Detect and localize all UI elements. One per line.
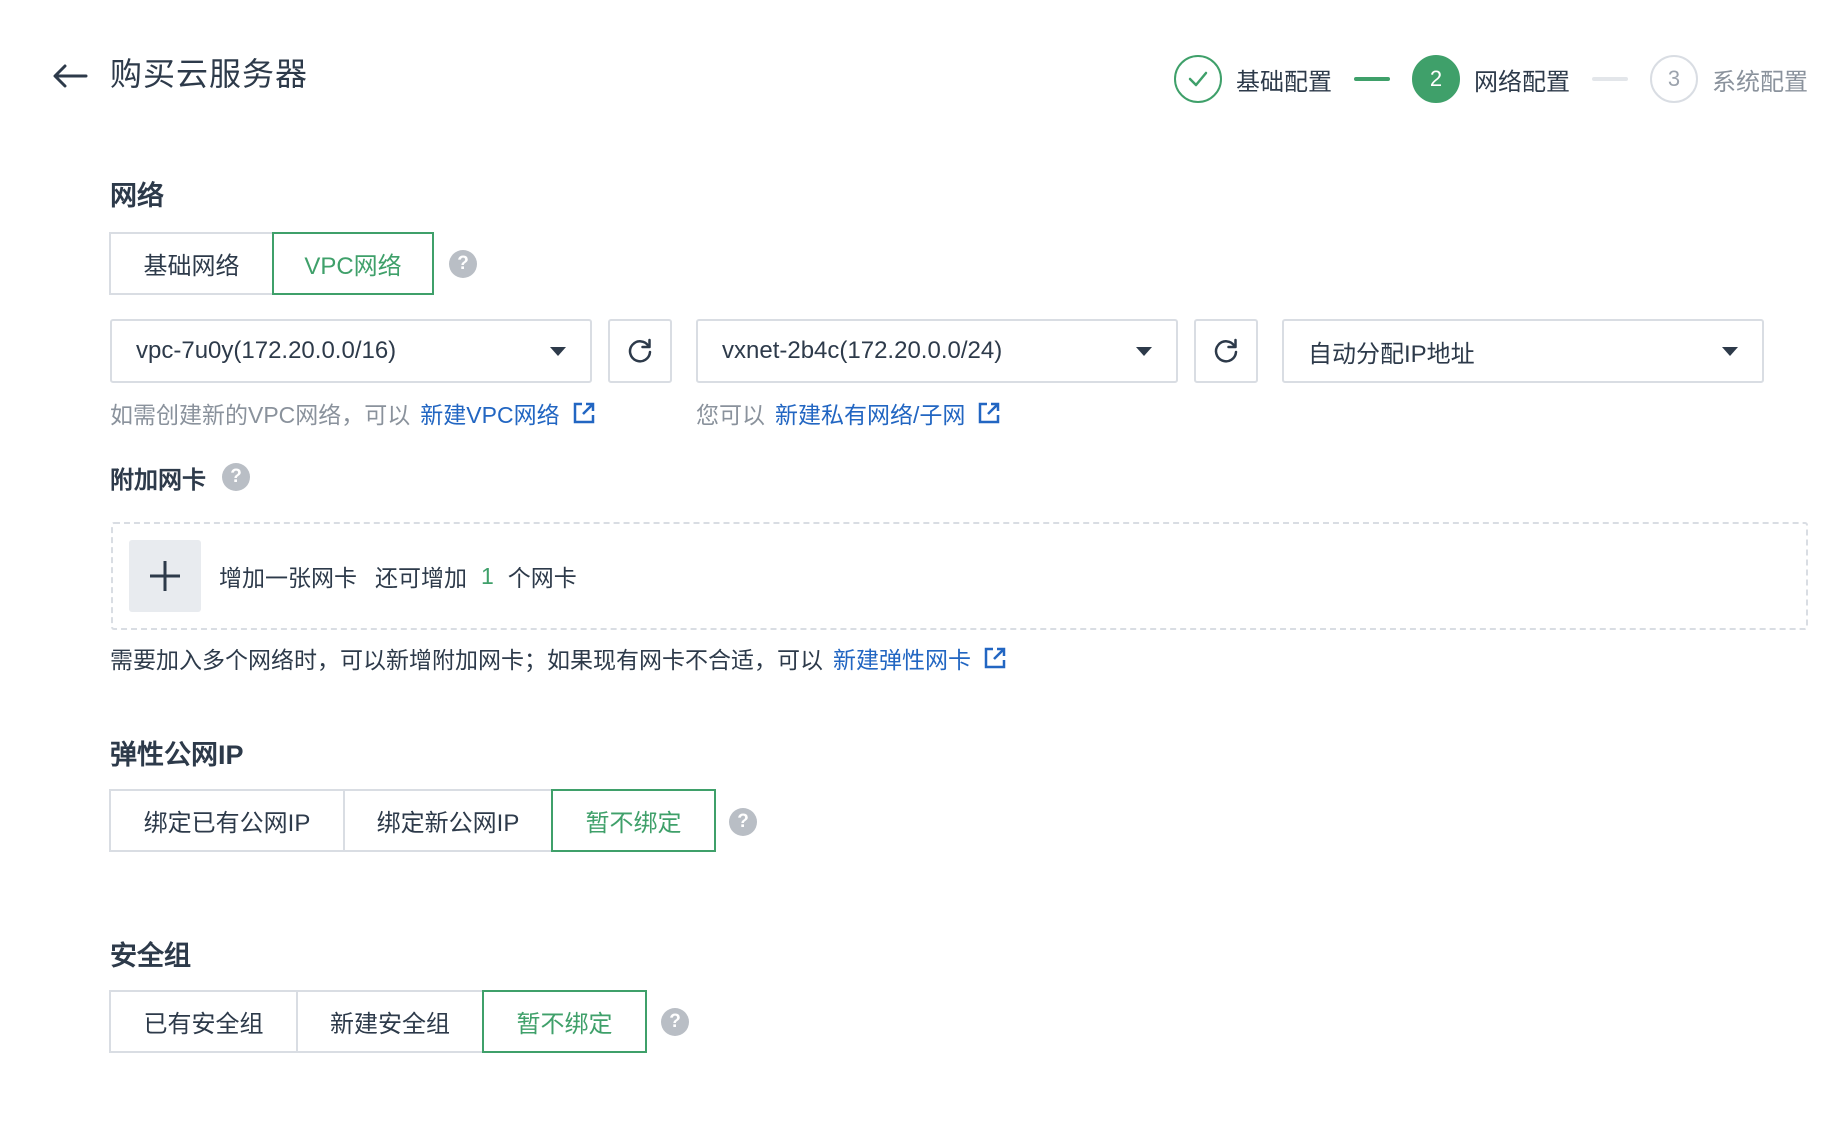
arrow-left-icon [53,64,88,88]
create-vpc-link[interactable]: 新建VPC网络 [420,396,595,430]
check-icon [1188,71,1208,87]
step-connector-2 [1592,77,1628,81]
eip-help-icon[interactable]: ? [729,808,757,836]
security-group-selector: 已有安全组 新建安全组 暂不绑定 [109,990,647,1053]
nic-hint: 需要加入多个网络时，可以新增附加网卡；如果现有网卡不合适，可以 新建弹性网卡 [110,641,1007,675]
nic-remaining-suffix: 个网卡 [507,565,577,591]
step-3-circle: 3 [1650,55,1698,103]
vxnet-select[interactable]: vxnet-2b4c(172.20.0.0/24) [696,319,1178,383]
add-nic-label: 增加一张网卡 [219,565,357,591]
refresh-icon [628,338,652,363]
nic-add-area: 增加一张网卡 还可增加 1 个网卡 [111,522,1808,630]
security-group-section-title: 安全组 [110,941,191,971]
nic-section-title: 附加网卡 [110,467,206,494]
create-vpc-link-label: 新建VPC网络 [420,402,560,428]
buy-cloud-server-page: 购买云服务器 基础配置 2 网络配置 3 系统配置 网络 基础网络 VPC网络 … [0,0,1844,1122]
step-3-label: 系统配置 [1712,68,1808,96]
eip-option-existing[interactable]: 绑定已有公网IP [109,789,343,852]
vpc-select-value: vpc-7u0y(172.20.0.0/16) [136,337,397,364]
caret-down-icon [1136,346,1152,356]
vpc-hint-text: 如需创建新的VPC网络，可以 [110,402,411,428]
external-link-icon [983,646,1007,670]
network-type-vpc[interactable]: VPC网络 [272,232,434,295]
step-connector-1 [1354,77,1390,81]
sg-option-new[interactable]: 新建安全组 [296,990,482,1053]
nic-remaining-count: 1 [481,562,494,589]
step-1-circle [1174,55,1222,103]
sg-option-existing[interactable]: 已有安全组 [109,990,296,1053]
caret-down-icon [1722,346,1738,356]
vxnet-hint: 您可以 新建私有网络/子网 [696,396,1001,430]
create-eni-link[interactable]: 新建弹性网卡 [833,641,1007,675]
sg-option-none[interactable]: 暂不绑定 [482,990,647,1053]
nic-hint-text: 需要加入多个网络时，可以新增附加网卡；如果现有网卡不合适，可以 [110,647,823,673]
create-eni-link-label: 新建弹性网卡 [833,647,971,673]
vpc-refresh-button[interactable] [608,319,672,383]
network-type-basic[interactable]: 基础网络 [109,232,272,295]
add-nic-button[interactable] [129,540,201,612]
security-group-help-icon[interactable]: ? [661,1008,689,1036]
external-link-icon [572,401,596,425]
network-type-selector: 基础网络 VPC网络 [109,232,434,295]
vxnet-select-value: vxnet-2b4c(172.20.0.0/24) [722,337,1003,364]
step-basic-config: 基础配置 [1174,55,1332,103]
back-button[interactable] [50,56,90,96]
network-type-help-icon[interactable]: ? [449,250,477,278]
ip-select[interactable]: 自动分配IP地址 [1282,319,1764,383]
vxnet-hint-text: 您可以 [696,402,765,428]
eip-option-none[interactable]: 暂不绑定 [551,789,716,852]
step-2-circle: 2 [1412,55,1460,103]
caret-down-icon [550,346,566,356]
step-indicator: 基础配置 2 网络配置 3 系统配置 [1174,54,1808,104]
refresh-icon [1214,338,1238,363]
ip-select-value: 自动分配IP地址 [1308,340,1475,368]
eip-selector: 绑定已有公网IP 绑定新公网IP 暂不绑定 [109,789,716,852]
page-title: 购买云服务器 [110,56,309,92]
vpc-select[interactable]: vpc-7u0y(172.20.0.0/16) [110,319,592,383]
network-section-title: 网络 [110,181,164,211]
plus-icon [150,561,180,591]
step-network-config: 2 网络配置 [1412,55,1570,103]
step-1-label: 基础配置 [1236,68,1332,96]
eip-option-new[interactable]: 绑定新公网IP [343,789,551,852]
create-vxnet-link[interactable]: 新建私有网络/子网 [775,396,1001,430]
external-link-icon [977,401,1001,425]
nic-help-icon[interactable]: ? [222,463,250,491]
create-vxnet-link-label: 新建私有网络/子网 [775,402,966,428]
nic-add-text: 增加一张网卡 还可增加 1 个网卡 [219,559,577,593]
step-2-label: 网络配置 [1474,68,1570,96]
nic-remaining-prefix: 还可增加 [375,565,467,591]
vpc-hint: 如需创建新的VPC网络，可以 新建VPC网络 [110,396,596,430]
eip-section-title: 弹性公网IP [110,740,244,770]
step-system-config: 3 系统配置 [1650,55,1808,103]
vxnet-refresh-button[interactable] [1194,319,1258,383]
